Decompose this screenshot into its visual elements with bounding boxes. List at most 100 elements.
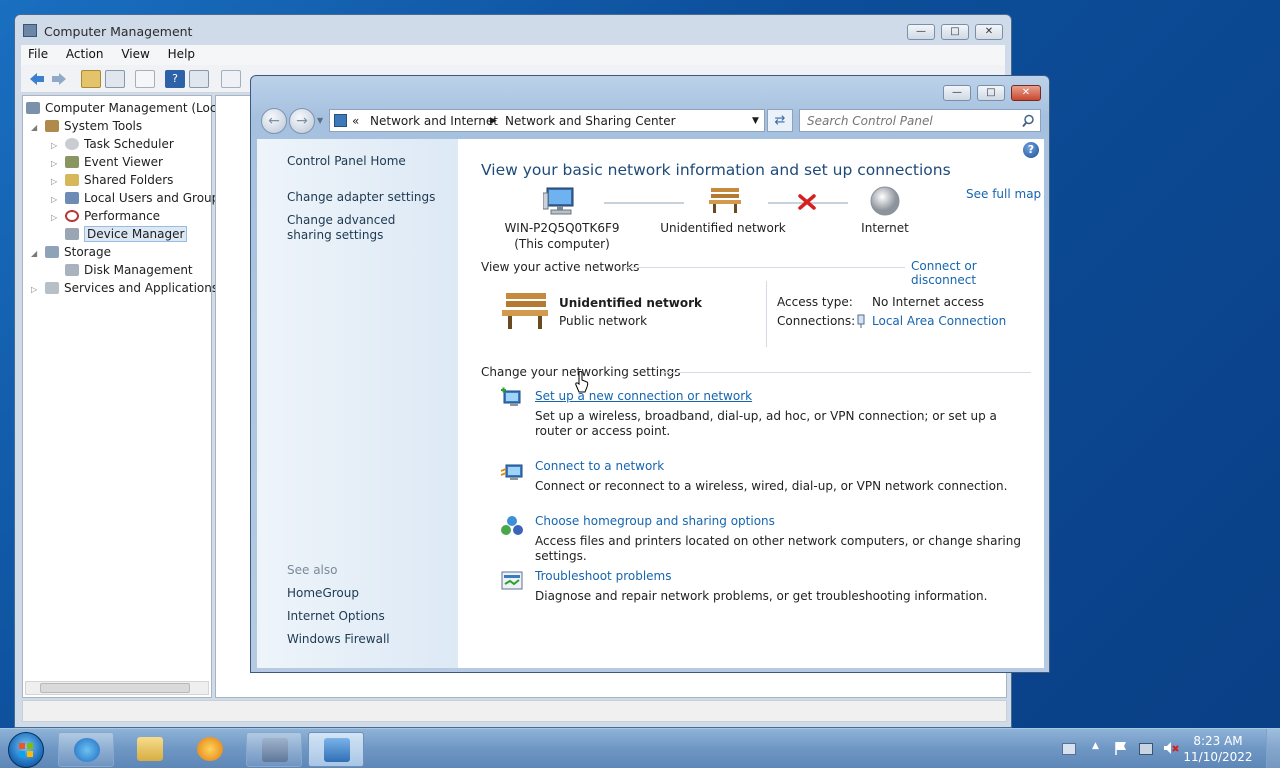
cm-titlebar[interactable]: Computer Management — □ ✕ — [15, 15, 1011, 45]
address-bar[interactable]: « Network and Internet ▶ Network and Sha… — [329, 109, 765, 132]
collapse-arrow-icon[interactable]: ◢ — [31, 119, 41, 137]
shared-folder-icon — [65, 174, 79, 186]
show-hidden-icons-arrow[interactable]: ▲ — [1092, 741, 1099, 751]
section-divider — [625, 267, 905, 268]
breadcrumb-overflow[interactable]: « — [352, 114, 359, 128]
menu-help[interactable]: Help — [161, 45, 202, 63]
search-icon[interactable] — [1022, 114, 1035, 128]
active-network-type[interactable]: Public network — [559, 314, 647, 328]
tree-item-computer-management[interactable]: Computer Management (Local — [26, 99, 227, 117]
see-full-map-link[interactable]: See full map — [966, 187, 1041, 201]
cm-close-button[interactable]: ✕ — [975, 24, 1003, 40]
forward-arrow-icon[interactable] — [49, 70, 69, 88]
tree-item-performance[interactable]: ▷ Performance — [51, 207, 160, 225]
menu-view[interactable]: View — [114, 45, 156, 63]
windows-logo-icon — [19, 743, 33, 757]
connect-or-disconnect-link[interactable]: Connect or disconnect — [911, 259, 1044, 287]
taskbar-computer-management[interactable] — [246, 732, 302, 767]
new-connection-icon — [501, 387, 521, 406]
back-button[interactable]: ← — [261, 108, 287, 134]
scrollbar-thumb[interactable] — [40, 683, 190, 693]
menu-file[interactable]: File — [21, 45, 55, 63]
expand-arrow-icon[interactable]: ▷ — [31, 281, 41, 299]
tree-horizontal-scrollbar[interactable] — [25, 681, 209, 695]
device-manager-icon — [65, 228, 79, 240]
search-input[interactable] — [807, 111, 1017, 131]
expand-arrow-icon[interactable]: ▷ — [51, 209, 61, 227]
change-adapter-settings-link[interactable]: Change adapter settings — [287, 190, 435, 205]
tree-item-shared-folders[interactable]: ▷ Shared Folders — [51, 171, 173, 189]
access-type-value: No Internet access — [872, 295, 985, 309]
tree-item-device-manager[interactable]: Device Manager — [65, 225, 188, 243]
address-dropdown-icon[interactable]: ▼ — [752, 116, 759, 126]
tree-item-storage[interactable]: ◢ Storage — [31, 243, 111, 261]
nsc-minimize-button[interactable]: — — [943, 85, 971, 101]
storage-icon — [45, 246, 59, 258]
change-advanced-sharing-link[interactable]: Change advanced sharing settings — [287, 213, 437, 243]
control-panel-home-link[interactable]: Control Panel Home — [287, 154, 406, 169]
tree-item-local-users-groups[interactable]: ▷ Local Users and Groups — [51, 189, 226, 207]
tree-item-services-applications[interactable]: ▷ Services and Applications — [31, 279, 218, 297]
menu-action[interactable]: Action — [59, 45, 111, 63]
connect-to-network-desc: Connect or reconnect to a wireless, wire… — [535, 479, 1008, 493]
search-box[interactable] — [799, 109, 1041, 132]
forward-button[interactable]: → — [289, 108, 315, 134]
nsc-maximize-button[interactable]: □ — [977, 85, 1005, 101]
taskbar-internet-explorer[interactable] — [58, 732, 114, 767]
collapse-arrow-icon[interactable]: ◢ — [31, 245, 41, 263]
bench-icon — [709, 188, 741, 213]
help-icon[interactable]: ? — [165, 70, 185, 88]
left-navigation: Control Panel Home Change adapter settin… — [257, 139, 458, 668]
connect-to-network-link[interactable]: Connect to a network — [535, 459, 664, 473]
up-folder-icon[interactable] — [81, 70, 101, 88]
action-pane-icon[interactable] — [189, 70, 209, 88]
tree-item-disk-management[interactable]: Disk Management — [65, 261, 193, 279]
disk-icon — [65, 264, 79, 276]
show-desktop-button[interactable] — [1266, 729, 1280, 768]
scan-hardware-icon[interactable] — [221, 70, 241, 88]
computer-name: WIN-P2Q5Q0TK6F9 — [504, 221, 620, 235]
homegroup-sharing-link[interactable]: Choose homegroup and sharing options — [535, 514, 775, 528]
recent-pages-arrow-icon[interactable]: ▼ — [317, 116, 323, 125]
local-area-connection-link[interactable]: Local Area Connection — [872, 314, 1006, 328]
computer-management-icon — [262, 738, 288, 762]
breadcrumb-separator-icon[interactable]: ▶ — [490, 116, 497, 126]
action-center-flag-icon[interactable] — [1113, 740, 1129, 756]
main-panel: ? View your basic network information an… — [458, 139, 1044, 668]
homegroup-link[interactable]: HomeGroup — [287, 586, 359, 601]
help-icon[interactable]: ? — [1023, 142, 1039, 158]
cm-maximize-button[interactable]: □ — [941, 24, 969, 40]
internet-options-link[interactable]: Internet Options — [287, 609, 385, 624]
breadcrumb-network-sharing-center[interactable]: Network and Sharing Center — [505, 114, 676, 128]
nsc-close-button[interactable]: ✕ — [1011, 85, 1041, 101]
tree-item-task-scheduler[interactable]: ▷ Task Scheduler — [51, 135, 174, 153]
properties-icon[interactable] — [135, 70, 155, 88]
setup-connection-link[interactable]: Set up a new connection or network — [535, 389, 752, 403]
show-hide-tree-icon[interactable] — [105, 70, 125, 88]
setup-connection-desc: Set up a wireless, broadband, dial-up, a… — [535, 409, 997, 438]
troubleshoot-link[interactable]: Troubleshoot problems — [535, 569, 671, 583]
cm-tree-pane: Computer Management (Local ◢ System Tools… — [22, 95, 227, 698]
access-type-label: Access type: — [777, 295, 853, 309]
refresh-button[interactable]: ⇄ — [767, 109, 793, 132]
taskbar-control-panel[interactable] — [308, 732, 364, 767]
start-button[interactable] — [8, 732, 44, 768]
system-clock[interactable]: 8:23 AM 11/10/2022 — [1178, 733, 1258, 765]
tree-item-system-tools[interactable]: ◢ System Tools — [31, 117, 142, 135]
network-tray-icon[interactable] — [1139, 743, 1153, 755]
disconnected-x-icon — [798, 194, 816, 210]
cm-minimize-button[interactable]: — — [907, 24, 935, 40]
vertical-divider — [766, 281, 767, 347]
taskbar-media-player[interactable] — [182, 732, 238, 767]
taskbar-windows-explorer[interactable] — [122, 732, 178, 767]
media-player-icon — [197, 737, 223, 761]
windows-firewall-link[interactable]: Windows Firewall — [287, 632, 390, 647]
network-adapter-icon — [857, 314, 865, 328]
network-sharing-center-window: — □ ✕ ← → ▼ « Network and Internet ▶ Net… — [250, 75, 1050, 673]
control-panel-icon — [334, 114, 347, 127]
keyboard-icon[interactable] — [1062, 743, 1076, 755]
back-arrow-icon[interactable] — [27, 70, 47, 88]
tree-item-event-viewer[interactable]: ▷ Event Viewer — [51, 153, 163, 171]
internet-explorer-icon — [74, 738, 100, 762]
breadcrumb-network-internet[interactable]: Network and Internet — [370, 114, 498, 128]
